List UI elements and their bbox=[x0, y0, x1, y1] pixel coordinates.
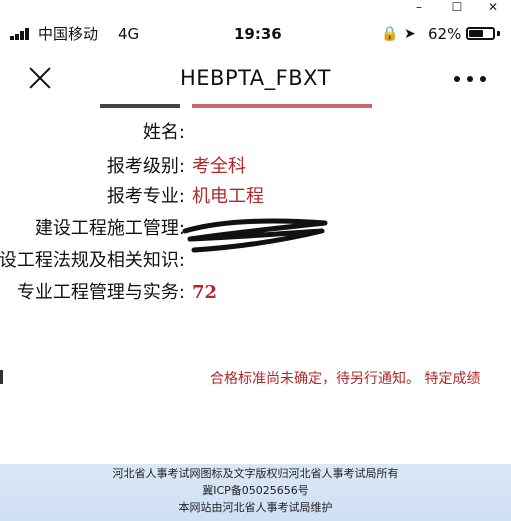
window-titlebar: – ☐ ✕ bbox=[0, 0, 511, 16]
row-name: 姓名: bbox=[0, 118, 511, 148]
footer-icp[interactable]: 冀ICP备05025656号 bbox=[0, 484, 511, 498]
navigation-bar: HEBPTA_FBXT bbox=[0, 52, 511, 104]
score-content: 姓名: 报考级别: 考全科 报考专业: 机电工程 建设工程施工管理: 建设工程法… bbox=[0, 104, 511, 464]
row-label: 报考级别: bbox=[106, 156, 185, 177]
row-label: 姓名: bbox=[142, 122, 185, 143]
row-label: 专业工程管理与实务: bbox=[16, 282, 185, 303]
carrier-label: 中国移动 bbox=[38, 25, 99, 43]
footer-maintainer: 本网站由河北省人事考试局维护 bbox=[178, 501, 333, 514]
notice-text: 合格标准尚未确定，待另行通知。 特定成绩 bbox=[210, 371, 481, 387]
more-options-icon[interactable] bbox=[454, 76, 488, 82]
footer-copyright: 河北省人事考试网图标及文字版权归河北省人事考试局所有 bbox=[112, 467, 399, 480]
cutoff-row bbox=[100, 104, 400, 110]
page-footer: 河北省人事考试网图标及文字版权归河北省人事考试局所有 冀ICP备05025656… bbox=[0, 464, 511, 521]
page-title: HEBPTA_FBXT bbox=[179, 66, 332, 90]
battery-tip bbox=[497, 31, 500, 36]
status-time: 19:36 bbox=[234, 25, 282, 43]
close-window-button[interactable]: ✕ bbox=[480, 0, 506, 14]
row-label: 报考专业: bbox=[106, 186, 185, 207]
location-icon: ➤ bbox=[404, 26, 416, 42]
row-major: 报考专业: 机电工程 bbox=[0, 182, 511, 212]
rotation-lock-icon: 🔒 bbox=[381, 26, 399, 42]
status-bar: 中国移动 4G 19:36 🔒 ➤ 62% bbox=[0, 18, 511, 50]
redaction-scribble bbox=[182, 218, 328, 253]
network-type: 4G bbox=[118, 25, 140, 43]
minimize-button[interactable]: – bbox=[406, 0, 432, 14]
row-value: 机电工程 bbox=[192, 186, 264, 207]
signal-strength-icon bbox=[10, 28, 32, 40]
battery-percent: 62% bbox=[428, 25, 462, 43]
edge-mark bbox=[0, 370, 3, 384]
row-value: 72 bbox=[192, 282, 218, 303]
maximize-button[interactable]: ☐ bbox=[444, 0, 470, 14]
row-practice: 专业工程管理与实务: 72 bbox=[0, 278, 511, 308]
battery-icon bbox=[466, 27, 495, 40]
row-level: 报考级别: 考全科 bbox=[0, 152, 511, 182]
row-value: 考全科 bbox=[192, 156, 246, 177]
